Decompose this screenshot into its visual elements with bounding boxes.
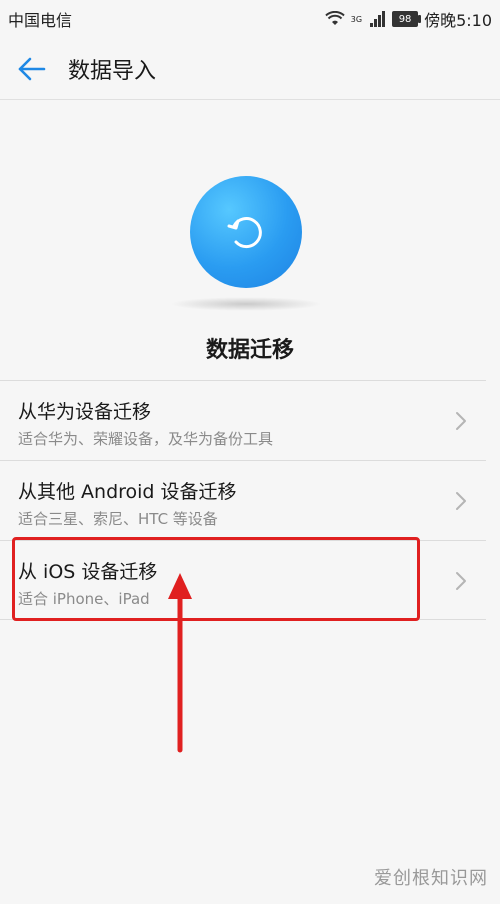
carrier-label: 中国电信 xyxy=(8,11,73,30)
sync-icon xyxy=(227,217,262,249)
status-bar: 中国电信 3G 98 傍晚5:10 xyxy=(0,0,500,38)
wifi-icon xyxy=(325,11,345,25)
signal-icon xyxy=(370,11,386,27)
back-arrow-icon xyxy=(18,57,46,80)
app-header: 数据导入 xyxy=(0,38,500,100)
option-android[interactable]: 从其他 Android 设备迁移 适合三星、索尼、HTC 等设备 xyxy=(0,460,486,540)
chevron-right-icon xyxy=(456,412,466,430)
watermark-text: 爱创根知识网 xyxy=(374,868,488,889)
option-title: 从其他 Android 设备迁移 xyxy=(18,481,237,503)
chevron-right-icon xyxy=(456,492,466,510)
option-subtitle: 适合华为、荣耀设备，及华为备份工具 xyxy=(18,430,274,448)
battery-icon: 98 xyxy=(392,11,422,27)
clock-label: 傍晚5:10 xyxy=(424,11,492,30)
migration-icon-circle xyxy=(190,176,302,288)
icon-shadow xyxy=(170,297,322,311)
annotation-highlight-box xyxy=(12,537,420,621)
chevron-right-icon xyxy=(456,572,466,590)
battery-level: 98 xyxy=(398,13,412,25)
option-huawei[interactable]: 从华为设备迁移 适合华为、荣耀设备，及华为备份工具 xyxy=(0,380,486,460)
section-title: 数据迁移 xyxy=(205,338,294,363)
option-subtitle: 适合三星、索尼、HTC 等设备 xyxy=(18,510,218,528)
annotation-arrow xyxy=(168,573,192,753)
status-indicators: 3G 98 傍晚5:10 xyxy=(325,7,492,31)
back-button[interactable] xyxy=(0,38,58,100)
network-type-label: 3G xyxy=(350,14,363,24)
hero-section: 数据迁移 xyxy=(0,100,500,380)
option-title: 从华为设备迁移 xyxy=(18,401,152,423)
page-title: 数据导入 xyxy=(68,58,157,84)
